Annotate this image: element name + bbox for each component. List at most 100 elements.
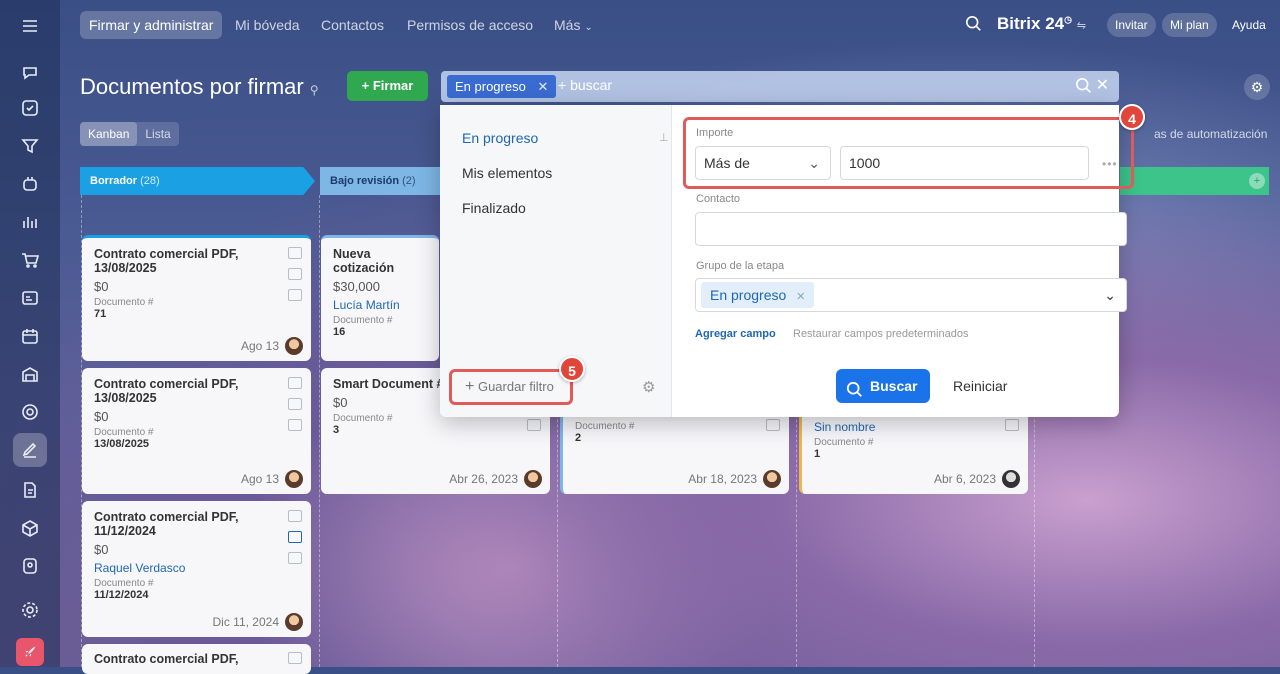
card-contact[interactable]: Sin nombre <box>814 420 1016 434</box>
mail-icon[interactable] <box>288 268 302 280</box>
avatar[interactable] <box>1002 470 1020 488</box>
search-icon[interactable] <box>1075 77 1093 100</box>
card-contact[interactable]: Raquel Verdasco <box>94 561 299 575</box>
card-doc-number: 71 <box>94 308 107 320</box>
close-icon[interactable]: ✕ <box>796 291 805 303</box>
nav-mas[interactable]: Más ⌄ <box>545 11 602 39</box>
tab-lista[interactable]: Lista <box>137 122 178 146</box>
deal-card[interactable]: Contrato comercial PDF, 11/12/2024 $0 Ra… <box>82 501 311 637</box>
avatar[interactable] <box>285 470 303 488</box>
deal-card[interactable]: Sin nombre Documento # 1 Abr 6, 2023 <box>799 417 1028 494</box>
menu-icon[interactable] <box>16 12 44 40</box>
tasks-icon[interactable] <box>16 94 44 122</box>
avatar[interactable] <box>285 337 303 355</box>
page-title-text: Documentos por firmar <box>80 74 304 99</box>
analytics-icon[interactable] <box>16 208 44 236</box>
card-title[interactable]: Contrato comercial PDF, 13/08/2025 <box>94 247 299 275</box>
automation-link[interactable]: as de automatización <box>1154 127 1267 141</box>
clear-icon[interactable]: ✕ <box>1096 75 1109 95</box>
nav-firmar[interactable]: Firmar y administrar <box>80 11 223 39</box>
comment-icon[interactable] <box>766 419 780 431</box>
add-column-icon[interactable]: + <box>1249 173 1265 189</box>
docs-icon[interactable] <box>16 476 44 504</box>
reiniciar-button[interactable]: Reiniciar <box>953 378 1007 394</box>
grupo-select[interactable]: En progreso ✕ ⌄ <box>695 278 1127 312</box>
phone-icon[interactable] <box>288 377 302 389</box>
invite-button[interactable]: Invitar <box>1107 13 1156 37</box>
chevron-down-icon: ⌄ <box>584 22 593 33</box>
card-title[interactable]: Nueva cotización <box>333 247 427 275</box>
tab-kanban[interactable]: Kanban <box>80 122 138 146</box>
avatar[interactable] <box>763 470 781 488</box>
drive-icon[interactable] <box>16 552 44 580</box>
column-bajo-revision[interactable]: Bajo revisión (2) <box>320 167 440 195</box>
rocket-icon[interactable] <box>16 638 44 666</box>
card-doc-number: 16 <box>333 326 346 338</box>
column-name: Borrador <box>90 175 138 187</box>
card-amount: $0 <box>94 542 109 557</box>
card-doc-number: 3 <box>333 424 340 436</box>
brand-num: 24 <box>1045 14 1065 33</box>
grupo-chip[interactable]: En progreso ✕ <box>701 282 815 308</box>
avatar[interactable] <box>285 613 303 631</box>
card-title[interactable]: Contrato comercial PDF, 11/12/2024 <box>94 510 299 538</box>
comment-icon[interactable] <box>527 419 541 431</box>
preset-finalizado[interactable]: Finalizado <box>462 200 526 216</box>
search-input[interactable]: + buscar <box>558 77 612 93</box>
search-icon[interactable] <box>965 15 983 33</box>
column-finalizado[interactable]: + <box>1120 167 1269 195</box>
pin-icon[interactable]: ⚲ <box>310 83 319 97</box>
mail-icon[interactable] <box>288 398 302 410</box>
deal-card[interactable]: Contrato comercial PDF, 13/08/2025 $0 Do… <box>82 368 311 494</box>
mail-icon[interactable] <box>288 531 302 543</box>
card-contact[interactable]: Lucía Martín <box>333 298 427 312</box>
nav-permisos[interactable]: Permisos de acceso <box>398 11 542 39</box>
pin-icon[interactable]: ⊥ <box>659 131 669 144</box>
box-icon[interactable] <box>16 514 44 542</box>
settings-icon[interactable] <box>16 596 44 624</box>
robot-icon[interactable] <box>16 170 44 198</box>
comment-icon[interactable] <box>288 552 302 564</box>
deal-card[interactable]: Contrato comercial PDF, 13/08/2025 $0 Do… <box>82 235 311 361</box>
brand-switch-icon[interactable]: ⇋ <box>1077 20 1086 32</box>
deal-card[interactable]: Documento # 2 Abr 18, 2023 <box>560 417 789 494</box>
sign-icon[interactable] <box>13 433 47 467</box>
gear-icon[interactable]: ⚙ <box>642 378 655 396</box>
nav-contactos[interactable]: Contactos <box>312 11 393 39</box>
preset-en-progreso[interactable]: En progreso <box>462 130 538 146</box>
comment-icon[interactable] <box>288 419 302 431</box>
contacto-input[interactable] <box>695 212 1127 246</box>
filter-chip[interactable]: En progreso ✕ <box>447 75 557 98</box>
column-borrador[interactable]: Borrador (28) <box>80 167 315 195</box>
settings-gear-icon[interactable]: ⚙ <box>1244 74 1270 100</box>
goals-icon[interactable] <box>16 398 44 426</box>
restore-fields-link[interactable]: Restaurar campos predeterminados <box>793 328 968 340</box>
phone-icon[interactable] <box>288 510 302 522</box>
add-field-link[interactable]: Agregar campo <box>695 328 776 340</box>
deal-card[interactable]: Contrato comercial PDF, <box>82 644 311 674</box>
card-title[interactable]: Contrato comercial PDF, <box>94 652 299 666</box>
buscar-button[interactable]: Buscar <box>836 369 930 403</box>
chat-icon[interactable] <box>16 58 44 86</box>
preset-mis-elementos[interactable]: Mis elementos <box>462 165 552 181</box>
comment-icon[interactable] <box>1005 419 1019 431</box>
contacto-label: Contacto <box>696 193 741 205</box>
phone-icon[interactable] <box>288 652 302 664</box>
nav-mi-boveda[interactable]: Mi bóveda <box>226 11 309 39</box>
deal-card[interactable]: Nueva cotización $30,000 Lucía Martín Do… <box>321 235 439 361</box>
card-title[interactable]: Contrato comercial PDF, 13/08/2025 <box>94 377 299 405</box>
close-icon[interactable]: ✕ <box>537 79 548 94</box>
comment-icon[interactable] <box>288 289 302 301</box>
calendar-icon[interactable] <box>16 322 44 350</box>
contacts-icon[interactable] <box>16 284 44 312</box>
filter-search-bar[interactable]: En progreso ✕ + buscar ✕ <box>441 71 1119 102</box>
inventory-icon[interactable] <box>16 360 44 388</box>
crm-icon[interactable] <box>16 132 44 160</box>
help-button[interactable]: Ayuda <box>1224 13 1274 37</box>
avatar[interactable] <box>524 470 542 488</box>
chevron-down-icon[interactable]: ⌄ <box>1104 279 1116 311</box>
sign-button[interactable]: + Firmar <box>347 71 428 101</box>
cart-icon[interactable] <box>16 246 44 274</box>
my-plan-button[interactable]: Mi plan <box>1162 13 1217 37</box>
phone-icon[interactable] <box>288 247 302 259</box>
